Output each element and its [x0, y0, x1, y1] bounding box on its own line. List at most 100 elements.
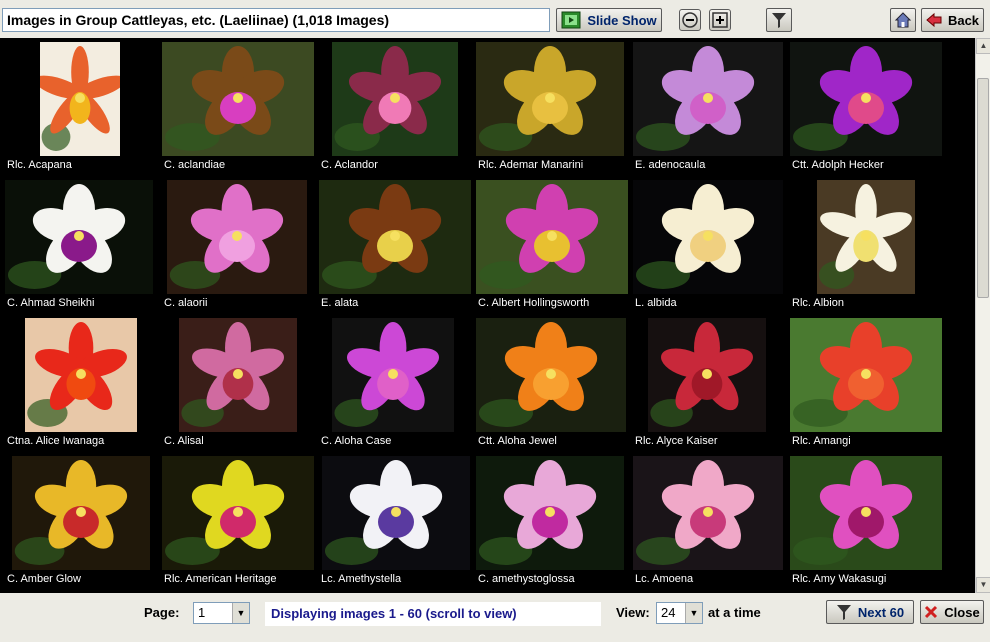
- orchid-photo[interactable]: [633, 42, 783, 156]
- thumbnail-caption[interactable]: C. Aclandor: [321, 159, 378, 171]
- thumbnail-item[interactable]: Rlc. Albion: [785, 176, 941, 314]
- back-label: Back: [947, 12, 980, 28]
- thumbnail-item[interactable]: Rlc. Amangi: [785, 314, 942, 452]
- thumbnail-item[interactable]: Rlc. Amy Wakasugi: [785, 452, 942, 590]
- thumbnail-item[interactable]: Rlc. Acapana: [0, 38, 156, 176]
- next-page-button[interactable]: Next 60: [826, 600, 914, 624]
- chevron-down-icon: ▼: [685, 603, 702, 623]
- thumbnail-item[interactable]: C. Aloha Case: [314, 314, 470, 452]
- orchid-photo[interactable]: [790, 42, 942, 156]
- bottom-bar: Page: 1 ▼ Displaying images 1 - 60 (scro…: [0, 593, 990, 642]
- thumbnail-item[interactable]: C. Ahmad Sheikhi: [0, 176, 156, 314]
- slideshow-button[interactable]: Slide Show: [556, 8, 662, 32]
- orchid-photo[interactable]: [633, 456, 783, 570]
- orchid-photo[interactable]: [5, 180, 153, 294]
- thumbnail-caption[interactable]: C. Albert Hollingsworth: [478, 297, 589, 309]
- orchid-photo[interactable]: [332, 42, 458, 156]
- filter-icon: [836, 605, 851, 620]
- orchid-photo[interactable]: [162, 42, 314, 156]
- thumbnail-item[interactable]: Ctna. Alice Iwanaga: [0, 314, 156, 452]
- home-icon: [894, 12, 912, 28]
- thumbnail-item[interactable]: Ctt. Aloha Jewel: [471, 314, 627, 452]
- slideshow-icon: [561, 11, 581, 29]
- zoom-out-button[interactable]: [679, 9, 701, 31]
- thumbnail-item[interactable]: E. alata: [314, 176, 471, 314]
- home-button[interactable]: [890, 8, 916, 32]
- orchid-photo[interactable]: [179, 318, 297, 432]
- thumbnail-caption[interactable]: C. Amber Glow: [7, 573, 81, 585]
- thumbnail-caption[interactable]: Ctna. Alice Iwanaga: [7, 435, 104, 447]
- view-suffix: at a time: [708, 605, 761, 620]
- orchid-photo[interactable]: [162, 456, 314, 570]
- orchid-photo[interactable]: [790, 456, 942, 570]
- view-count-select[interactable]: 24 ▼: [656, 602, 703, 624]
- thumbnail-caption[interactable]: Lc. Amoena: [635, 573, 693, 585]
- orchid-photo[interactable]: [648, 318, 766, 432]
- orchid-photo[interactable]: [817, 180, 915, 294]
- orchid-photo[interactable]: [476, 318, 626, 432]
- orchid-photo[interactable]: [319, 180, 471, 294]
- thumbnail-item[interactable]: Lc. Amoena: [628, 452, 784, 590]
- scroll-up-icon[interactable]: ▲: [976, 38, 990, 54]
- thumbnail-caption[interactable]: Rlc. Ademar Manarini: [478, 159, 583, 171]
- thumbnail-item[interactable]: C. Albert Hollingsworth: [471, 176, 628, 314]
- gallery-scrollbar[interactable]: ▲ ▼: [975, 38, 990, 593]
- plus-icon: [712, 12, 728, 28]
- thumbnail-item[interactable]: E. adenocaula: [628, 38, 784, 176]
- thumbnail-item[interactable]: C. Aclandor: [314, 38, 470, 176]
- orchid-photo[interactable]: [476, 456, 624, 570]
- filter-button[interactable]: [766, 8, 792, 32]
- next-label: Next 60: [857, 604, 905, 620]
- page-value: 1: [198, 605, 206, 620]
- orchid-photo[interactable]: [476, 180, 628, 294]
- thumbnail-item[interactable]: Rlc. Alyce Kaiser: [628, 314, 784, 452]
- thumbnail-caption[interactable]: C. Ahmad Sheikhi: [7, 297, 94, 309]
- thumbnail-caption[interactable]: Rlc. Acapana: [7, 159, 72, 171]
- thumbnail-caption[interactable]: L. albida: [635, 297, 677, 309]
- orchid-photo[interactable]: [790, 318, 942, 432]
- orchid-photo[interactable]: [25, 318, 137, 432]
- thumbnail-caption[interactable]: C. amethystoglossa: [478, 573, 575, 585]
- thumbnail-gallery: Rlc. Acapana C. aclandiae C. Aclandor Rlc. …: [0, 38, 975, 593]
- thumbnail-item[interactable]: C. Amber Glow: [0, 452, 156, 590]
- filter-icon: [772, 13, 786, 28]
- thumbnail-caption[interactable]: Rlc. Amangi: [792, 435, 851, 447]
- thumbnail-caption[interactable]: Rlc. Amy Wakasugi: [792, 573, 886, 585]
- orchid-photo[interactable]: [167, 180, 307, 294]
- thumbnail-caption[interactable]: Lc. Amethystella: [321, 573, 401, 585]
- slideshow-label: Slide Show: [587, 12, 657, 28]
- thumbnail-caption[interactable]: Ctt. Aloha Jewel: [478, 435, 557, 447]
- thumbnail-caption[interactable]: Ctt. Adolph Hecker: [792, 159, 884, 171]
- thumbnail-caption[interactable]: Rlc. American Heritage: [164, 573, 277, 585]
- thumbnail-item[interactable]: C. aclandiae: [157, 38, 314, 176]
- thumbnail-item[interactable]: Ctt. Adolph Hecker: [785, 38, 942, 176]
- thumbnail-item[interactable]: C. Alisal: [157, 314, 313, 452]
- zoom-in-button[interactable]: [709, 9, 731, 31]
- thumbnail-item[interactable]: Rlc. Ademar Manarini: [471, 38, 627, 176]
- thumbnail-caption[interactable]: C. Aloha Case: [321, 435, 391, 447]
- thumbnail-item[interactable]: Lc. Amethystella: [314, 452, 470, 590]
- scroll-thumb[interactable]: [977, 78, 989, 298]
- thumbnail-caption[interactable]: Rlc. Albion: [792, 297, 844, 309]
- thumbnail-caption[interactable]: E. alata: [321, 297, 358, 309]
- thumbnail-caption[interactable]: Rlc. Alyce Kaiser: [635, 435, 718, 447]
- orchid-photo[interactable]: [332, 318, 454, 432]
- close-button[interactable]: Close: [920, 600, 984, 624]
- orchid-photo[interactable]: [12, 456, 150, 570]
- thumbnail-item[interactable]: Rlc. American Heritage: [157, 452, 314, 590]
- thumbnail-item[interactable]: L. albida: [628, 176, 784, 314]
- chevron-down-icon: ▼: [232, 603, 249, 623]
- orchid-photo[interactable]: [322, 456, 470, 570]
- thumbnail-caption[interactable]: C. alaorii: [164, 297, 207, 309]
- orchid-photo[interactable]: [476, 42, 624, 156]
- thumbnail-caption[interactable]: C. aclandiae: [164, 159, 225, 171]
- orchid-photo[interactable]: [40, 42, 120, 156]
- thumbnail-item[interactable]: C. amethystoglossa: [471, 452, 627, 590]
- orchid-photo[interactable]: [633, 180, 783, 294]
- page-select[interactable]: 1 ▼: [193, 602, 250, 624]
- scroll-down-icon[interactable]: ▼: [976, 577, 990, 593]
- thumbnail-caption[interactable]: E. adenocaula: [635, 159, 705, 171]
- thumbnail-item[interactable]: C. alaorii: [157, 176, 313, 314]
- thumbnail-caption[interactable]: C. Alisal: [164, 435, 204, 447]
- back-button[interactable]: Back: [921, 8, 984, 32]
